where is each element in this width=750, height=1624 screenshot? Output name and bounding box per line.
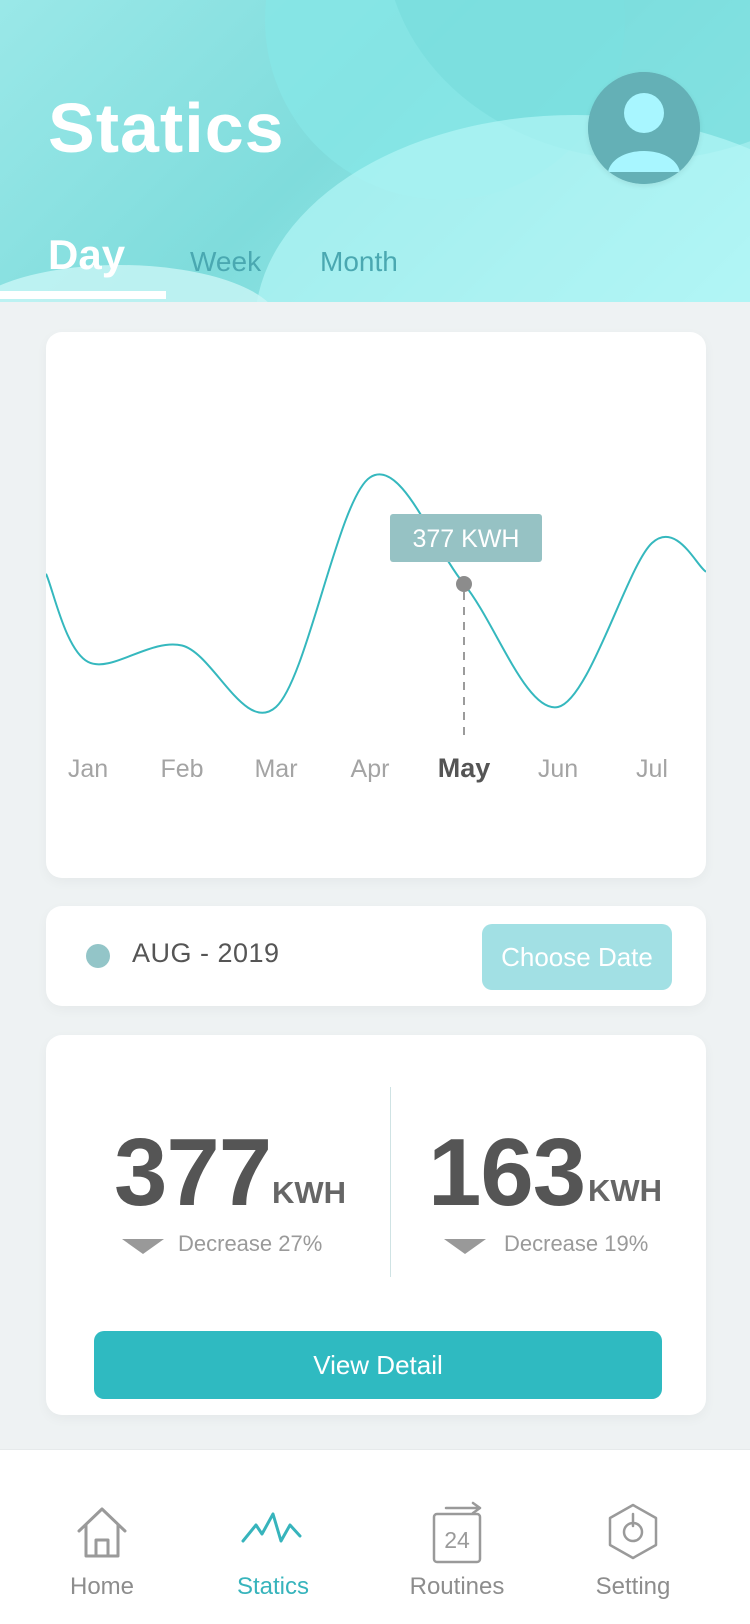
nav-statics[interactable]: Statics	[203, 1498, 343, 1608]
primary-energy-unit: KWH	[272, 1175, 347, 1210]
setting-icon	[598, 1498, 668, 1568]
tab-week[interactable]: Week	[190, 248, 261, 276]
nav-home-label: Home	[69, 1573, 135, 1600]
profile-avatar-button[interactable]	[588, 72, 700, 184]
svg-text:24: 24	[444, 1527, 470, 1553]
chart-tooltip-label: 377 KWH	[413, 525, 520, 553]
primary-energy-stat: 377 KWH Decrease 27%	[66, 1125, 366, 1295]
x-axis-tick-label: Feb	[160, 755, 203, 783]
selected-date-label: AUG - 2019	[132, 938, 280, 968]
calendar-24-icon: 24	[422, 1498, 492, 1568]
selected-data-point[interactable]	[456, 576, 472, 592]
secondary-energy-value: 163	[428, 1119, 586, 1226]
x-axis-tick-label: Jul	[636, 755, 668, 783]
nav-routines-label: Routines	[409, 1573, 505, 1600]
date-selector-card: AUG - 2019 Choose Date	[46, 906, 706, 1006]
x-axis-tick-label: Jan	[68, 755, 108, 783]
primary-energy-change: Decrease 27%	[178, 1231, 323, 1256]
energy-data-point[interactable]	[649, 540, 655, 546]
energy-data-point[interactable]	[85, 659, 91, 665]
nav-home[interactable]: Home	[32, 1498, 172, 1608]
view-detail-button[interactable]: View Detail	[94, 1331, 662, 1399]
energy-series-line	[46, 473, 706, 714]
page-title: Statics	[48, 89, 285, 167]
decrease-triangle-icon	[444, 1239, 486, 1254]
energy-chart-card: 377 KWH Jan Feb Mar Apr May Jun Jul	[46, 332, 706, 878]
bottom-navigation: Home Statics 24 Routines Setting	[0, 1450, 750, 1624]
decrease-triangle-icon	[122, 1239, 164, 1254]
energy-line-chart[interactable]: 377 KWH Jan Feb Mar Apr May Jun Jul	[46, 332, 706, 878]
secondary-energy-unit: KWH	[588, 1173, 663, 1208]
statics-icon	[238, 1498, 308, 1568]
secondary-energy-stat: 163 KWH Decrease 19%	[376, 1125, 676, 1295]
tab-day[interactable]: Day	[48, 234, 125, 276]
x-axis-tick-label: Mar	[254, 755, 297, 783]
date-status-dot	[86, 944, 110, 968]
x-axis-tick-label: Jun	[538, 755, 578, 783]
energy-data-point[interactable]	[367, 474, 373, 480]
nav-setting[interactable]: Setting	[563, 1498, 703, 1608]
x-axis-tick-label: May	[438, 753, 491, 783]
energy-data-point[interactable]	[179, 643, 185, 649]
home-icon	[67, 1498, 137, 1568]
statics-header: Statics Day Week Month	[0, 0, 750, 302]
secondary-energy-change: Decrease 19%	[504, 1231, 649, 1256]
nav-routines[interactable]: 24 Routines	[387, 1498, 527, 1608]
time-range-tabs: Day Week Month	[0, 228, 750, 302]
nav-setting-label: Setting	[595, 1573, 671, 1600]
choose-date-button[interactable]: Choose Date	[482, 924, 672, 990]
energy-data-point[interactable]	[273, 704, 279, 710]
chart-tooltip: 377 KWH	[390, 514, 542, 562]
primary-energy-value: 377	[114, 1119, 272, 1226]
stats-summary-card: 377 KWH Decrease 27% 163 KWH Decrease 19…	[46, 1035, 706, 1415]
energy-data-point[interactable]	[555, 704, 561, 710]
nav-statics-label: Statics	[236, 1573, 310, 1600]
x-axis-tick-label: Apr	[351, 755, 390, 783]
tab-month[interactable]: Month	[320, 248, 398, 276]
active-tab-indicator	[0, 291, 166, 299]
profile-icon	[588, 72, 700, 184]
